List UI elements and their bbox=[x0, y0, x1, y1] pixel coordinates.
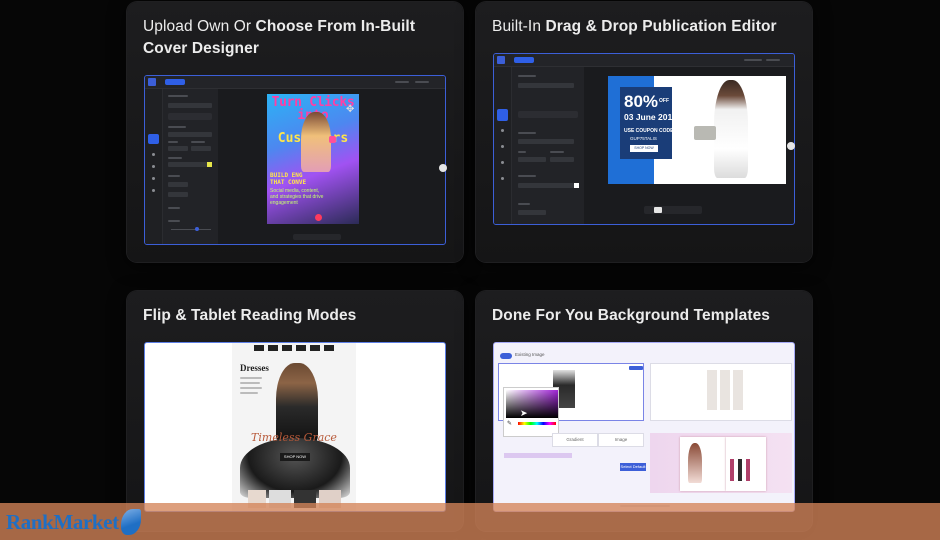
eyedropper-icon[interactable]: ✎ bbox=[507, 420, 512, 427]
editor-top-link[interactable] bbox=[744, 59, 762, 61]
feature-card-cover-designer: Upload Own Or Choose From In-Built Cover… bbox=[127, 2, 463, 262]
card-title-bold: Drag & Drop Publication Editor bbox=[545, 18, 777, 35]
carousel-handle[interactable] bbox=[787, 142, 795, 150]
color-swatch[interactable] bbox=[574, 183, 579, 188]
zoom-field[interactable] bbox=[654, 207, 662, 213]
card-title: Flip & Tablet Reading Modes bbox=[143, 305, 447, 327]
rail-icon-active[interactable] bbox=[497, 109, 508, 121]
cover-photo-person bbox=[301, 112, 331, 172]
reading-mode-screenshot: Dresses Timeless Grace SHOP NOW bbox=[144, 342, 446, 512]
canvas-bottom-toolbar bbox=[644, 206, 702, 214]
rail-icon[interactable] bbox=[501, 177, 504, 180]
promo-code: GUP75TALIS bbox=[630, 136, 657, 141]
cover-designer-screenshot: Turn Clicks into Customers BUILD ENGTHAT… bbox=[144, 75, 446, 245]
editor-toolbar bbox=[494, 54, 794, 67]
rail-icon[interactable] bbox=[152, 165, 155, 168]
color-picker-popup[interactable]: ✎ bbox=[503, 387, 559, 437]
card-title: Built-In Drag & Drop Publication Editor bbox=[492, 16, 796, 38]
select-default-button[interactable]: Select Default bbox=[620, 463, 646, 471]
heart-icon bbox=[315, 214, 322, 221]
editor-properties-panel bbox=[163, 89, 218, 244]
tab-gradient[interactable]: Gradient bbox=[552, 433, 598, 447]
rail-icon-active[interactable] bbox=[148, 134, 159, 144]
card-title-plain: Built-In bbox=[492, 18, 546, 35]
editor-properties-panel bbox=[512, 67, 584, 224]
features-page: Upload Own Or Choose From In-Built Cover… bbox=[0, 0, 940, 540]
editor-icon-rail bbox=[145, 89, 163, 244]
logo-rank: Rank bbox=[6, 509, 54, 534]
handbag bbox=[694, 126, 716, 140]
card-title: Done For You Background Templates bbox=[492, 305, 796, 327]
editor-top-link[interactable] bbox=[766, 59, 780, 61]
model-photo bbox=[714, 80, 748, 178]
editor-back-button[interactable] bbox=[514, 57, 534, 63]
rail-icon[interactable] bbox=[501, 161, 504, 164]
rail-icon[interactable] bbox=[152, 177, 155, 180]
color-value-bar[interactable] bbox=[504, 453, 572, 458]
eagle-icon bbox=[120, 509, 141, 535]
feature-card-background-templates: Done For You Background Templates Existi… bbox=[476, 291, 812, 531]
promo-date: 03 June 2018 bbox=[624, 112, 677, 122]
instagram-icon bbox=[329, 136, 336, 143]
editor-top-link[interactable] bbox=[395, 81, 409, 83]
card-title: Upload Own Or Choose From In-Built Cover… bbox=[143, 16, 447, 60]
card-title-plain: Upload Own Or bbox=[143, 18, 256, 35]
promo-shop-button[interactable]: SHOP NOW bbox=[630, 145, 658, 152]
tab-image[interactable]: Image bbox=[598, 433, 644, 447]
color-swatch[interactable] bbox=[207, 162, 212, 167]
publication-editor-screenshot: 80%OFF 03 June 2018 USE COUPON CODE GUP7… bbox=[493, 53, 795, 225]
toggle-label: Existing Image bbox=[515, 352, 545, 357]
logo-market: Market bbox=[53, 509, 119, 534]
editor-toolbar bbox=[145, 76, 445, 89]
rail-icon[interactable] bbox=[152, 189, 155, 192]
flipbook-page: Dresses Timeless Grace SHOP NOW bbox=[232, 343, 356, 511]
background-templates-screenshot: Existing Image ✎ ➤ Gradient Image Select… bbox=[493, 342, 795, 512]
promo-coupon: USE COUPON CODE bbox=[624, 128, 674, 134]
editor-top-link[interactable] bbox=[415, 81, 429, 83]
watermark-bar bbox=[0, 503, 940, 540]
logo-icon bbox=[497, 56, 505, 64]
existing-image-toggle[interactable] bbox=[500, 353, 512, 359]
editor-icon-rail bbox=[494, 67, 512, 224]
logo-icon bbox=[148, 78, 156, 86]
feature-card-reading-modes: Flip & Tablet Reading Modes Dresses Time… bbox=[127, 291, 463, 531]
template-doc-preview bbox=[680, 437, 726, 491]
slider-handle[interactable] bbox=[195, 227, 199, 231]
template-card[interactable] bbox=[650, 363, 792, 421]
template-card-pink[interactable] bbox=[650, 433, 792, 493]
shop-now-button[interactable]: SHOP NOW bbox=[280, 453, 310, 461]
rail-icon[interactable] bbox=[152, 153, 155, 156]
card-title-bold: Flip & Tablet Reading Modes bbox=[143, 307, 357, 324]
cover-body: Social media, content, and strategies th… bbox=[270, 188, 324, 206]
editor-back-button[interactable] bbox=[165, 79, 185, 85]
canvas-bottom-toolbar bbox=[293, 234, 341, 240]
rail-icon[interactable] bbox=[501, 129, 504, 132]
rail-icon[interactable] bbox=[501, 145, 504, 148]
move-cursor-icon: ✥ bbox=[346, 104, 355, 115]
script-title: Timeless Grace bbox=[251, 431, 337, 444]
rankmarket-logo: Rank Market bbox=[6, 505, 141, 539]
opacity-slider[interactable] bbox=[171, 229, 211, 230]
dress-skirt bbox=[240, 438, 350, 498]
dress-heading: Dresses bbox=[240, 363, 269, 373]
card-title-bold: Done For You Background Templates bbox=[492, 307, 771, 324]
flipbook-nav bbox=[232, 345, 356, 352]
pointer-cursor-icon: ➤ bbox=[520, 409, 528, 419]
promo-badge: 80%OFF 03 June 2018 USE COUPON CODE GUP7… bbox=[620, 87, 677, 159]
promo-percent: 80%OFF bbox=[624, 92, 670, 111]
feature-card-publication-editor: Built-In Drag & Drop Publication Editor bbox=[476, 2, 812, 262]
dress-text bbox=[240, 377, 262, 394]
hue-slider[interactable] bbox=[518, 422, 556, 425]
carousel-handle[interactable] bbox=[439, 164, 447, 172]
cover-subtitle: BUILD ENG THAT CONVE bbox=[270, 172, 307, 186]
